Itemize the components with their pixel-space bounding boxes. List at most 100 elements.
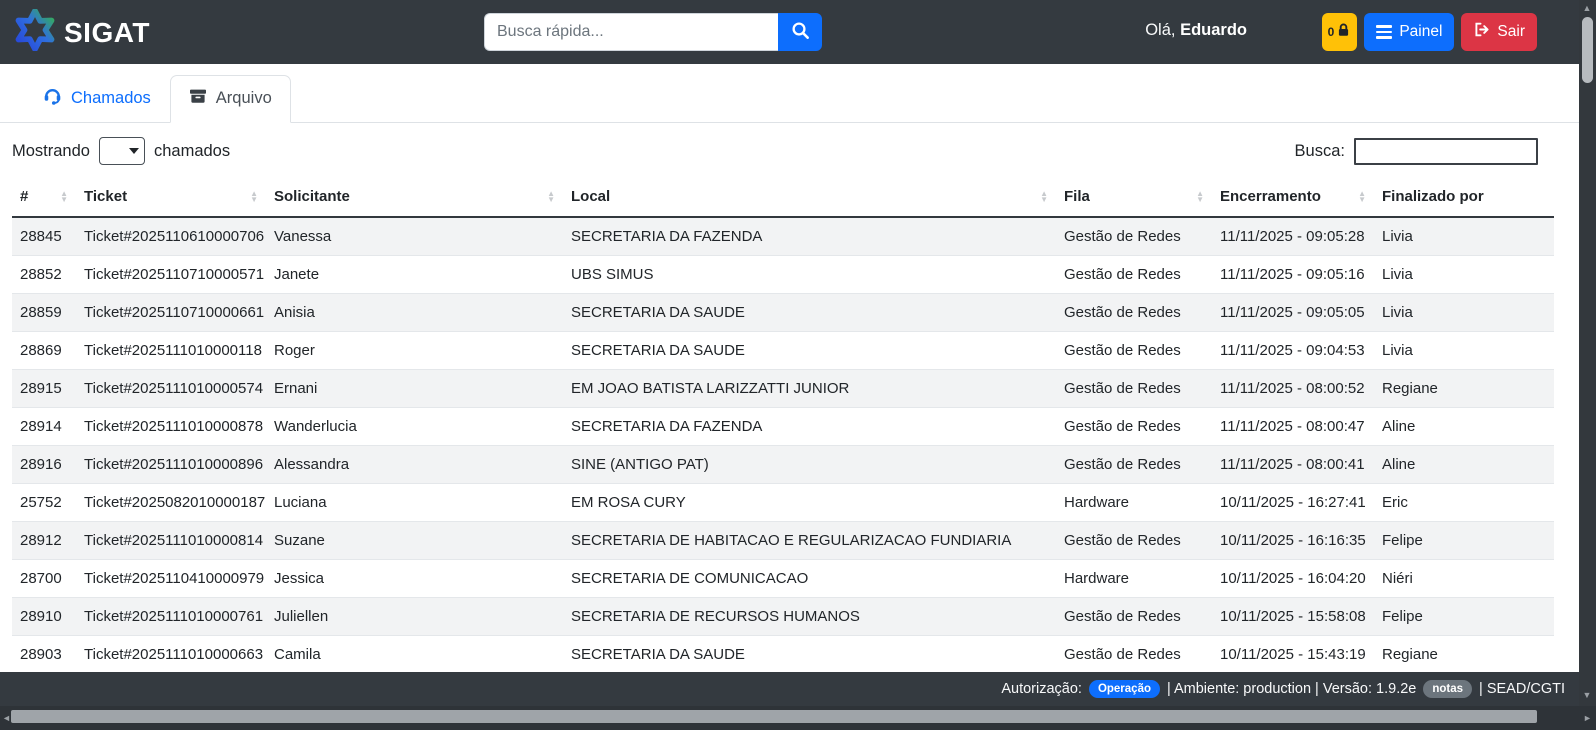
notas-badge[interactable]: notas [1423,680,1473,698]
cell-local: SECRETARIA DA FAZENDA [563,407,1056,446]
column-header-id[interactable]: # ▲ ▼ [12,177,76,218]
table-row[interactable]: 28700 Ticket#2025110410000979 Jessica SE… [12,559,1554,598]
cell-ticket: Ticket#2025111010000118 [76,331,266,370]
cell-encerramento: 11/11/2025 - 09:05:28 [1220,228,1365,245]
cell-encerramento: 10/11/2025 - 15:43:19 [1212,635,1374,672]
cell-fila: Gestão de Redes [1056,293,1212,332]
column-header-fila[interactable]: Fila ▲ ▼ [1056,177,1212,218]
page-size-control: Mostrando chamados [12,137,230,165]
cell-finalizado-por: Regiane [1374,369,1554,408]
table-row[interactable]: 28869 Ticket#2025111010000118 Roger SECR… [12,331,1554,370]
brand[interactable]: SIGAT [14,8,150,56]
cell-encerramento: 11/11/2025 - 08:00:52 [1212,369,1374,408]
table-row[interactable]: 28916 Ticket#2025111010000896 Alessandra… [12,445,1554,484]
scroll-left-icon[interactable]: ◄ [2,713,11,723]
painel-label: Painel [1399,23,1443,40]
cell-finalizado-por: Aline [1374,445,1554,484]
cell-encerramento: 11/11/2025 - 09:05:05 [1212,293,1374,332]
status-footer: Autorização: Operação | Ambiente: produc… [0,672,1579,706]
scrollbar-corner: ► [1579,706,1596,730]
cell-ticket: Ticket#2025111010000814 [76,521,266,560]
cell-encerramento: 11/11/2025 - 09:04:53 [1212,331,1374,370]
cell-finalizado-por: Felipe [1374,521,1554,560]
cell-finalizado-por: Livia [1374,293,1554,332]
cell-solicitante: Suzane [266,521,563,560]
cell-local: SECRETARIA DA SAUDE [563,635,1056,672]
app-title: SIGAT [64,16,150,48]
page-size-select[interactable] [98,137,145,165]
cell-fila: Gestão de Redes [1064,228,1181,245]
cell-local: EM JOAO BATISTA LARIZZATTI JUNIOR [563,369,1056,408]
cell-solicitante: Roger [266,331,563,370]
cell-id: 28903 [12,635,76,672]
cell-id: 28916 [12,445,76,484]
greeting-username: Eduardo [1180,21,1247,39]
user-greeting: Olá, Eduardo [1145,21,1247,40]
sair-label: Sair [1497,23,1525,40]
cell-local: SECRETARIA DE COMUNICACAO [563,559,1056,598]
table-row[interactable]: 28910 Ticket#2025111010000761 Juliellen … [12,597,1554,636]
sort-icon[interactable]: ▲ ▼ [60,189,68,203]
cell-fila: Gestão de Redes [1056,255,1212,294]
vertical-scrollbar-thumb[interactable] [1582,17,1593,83]
cell-finalizado-por: Eric [1374,483,1554,522]
sair-button[interactable]: Sair [1461,13,1537,51]
column-header-encerramento[interactable]: Encerramento ▲ ▼ [1212,177,1374,218]
table-row[interactable]: 28912 Ticket#2025111010000814 Suzane SEC… [12,521,1554,560]
column-header-finalizado-por[interactable]: Finalizado por [1374,177,1554,218]
chamados-label: chamados [153,141,231,160]
painel-button[interactable]: Painel [1364,13,1455,51]
menu-icon [1376,25,1393,39]
cell-local: SECRETARIA DA SAUDE [563,331,1056,370]
cell-ticket: Ticket#2025110710000571 [76,255,266,294]
cell-local: SECRETARIA DE HABITACAO E REGULARIZACAO … [563,521,1056,560]
lock-counter-button[interactable]: 0 [1321,13,1358,51]
cell-encerramento: 11/11/2025 - 08:00:41 [1212,445,1374,484]
scroll-right-icon[interactable]: ► [1583,713,1592,723]
sort-icon[interactable]: ▲ ▼ [1196,189,1204,203]
tab-arquivo[interactable]: Arquivo [169,75,291,123]
vertical-scrollbar[interactable]: ▲ ▼ [1579,0,1596,706]
tab-chamados-label: Chamados [71,88,151,107]
table-row[interactable]: 28914 Ticket#2025111010000878 Wanderluci… [12,407,1554,446]
mostrando-label: Mostrando [12,141,90,160]
cell-fila: Hardware [1056,483,1212,522]
table-row[interactable]: 25752 Ticket#2025082010000187 Luciana EM… [12,483,1554,522]
sort-icon[interactable]: ▲ ▼ [1040,189,1048,203]
cell-solicitante: Vanessa [274,228,332,245]
table-row[interactable]: 28859 Ticket#2025110710000661 Anisia SEC… [12,293,1554,332]
table-row[interactable]: 28915 Ticket#2025111010000574 Ernani EM … [12,369,1554,408]
table-row[interactable]: 28845 Ticket#2025110610000706 Vanessa SE… [12,217,1554,256]
table-row[interactable]: 28852 Ticket#2025110710000571 Janete UBS… [12,255,1554,294]
sort-icon[interactable]: ▲ ▼ [250,189,258,203]
greeting-prefix: Olá, [1145,21,1181,39]
scroll-up-icon[interactable]: ▲ [1583,3,1592,13]
sort-icon[interactable]: ▲ ▼ [1358,189,1366,203]
column-header-ticket[interactable]: Ticket ▲ ▼ [76,177,266,218]
cell-solicitante: Anisia [266,293,563,332]
autorizacao-label: Autorização: [1001,681,1082,697]
cell-solicitante: Alessandra [266,445,563,484]
tab-chamados[interactable]: Chamados [24,74,170,123]
cell-id: 28700 [12,559,76,598]
column-header-solicitante[interactable]: Solicitante ▲ ▼ [266,177,563,218]
cell-fila: Gestão de Redes [1056,597,1212,636]
table-search-input[interactable] [1354,138,1538,165]
cell-id: 28852 [12,255,76,294]
scroll-down-icon[interactable]: ▼ [1583,690,1592,700]
cell-local: SECRETARIA DA FAZENDA [571,228,763,245]
horizontal-scrollbar-thumb[interactable] [11,710,1537,723]
quick-search-button[interactable] [778,13,822,51]
column-header-local[interactable]: Local ▲ ▼ [563,177,1056,218]
sort-icon[interactable]: ▲ ▼ [547,189,555,203]
quick-search-input[interactable] [484,13,778,51]
cell-solicitante: Wanderlucia [266,407,563,446]
cell-finalizado-por: Livia [1382,228,1413,245]
horizontal-scrollbar[interactable]: ◄ [0,706,1579,730]
cell-ticket: Ticket#2025082010000187 [76,483,266,522]
cell-id: 28845 [20,228,62,245]
cell-fila: Gestão de Redes [1056,635,1212,672]
cell-ticket: Ticket#2025111010000761 [76,597,266,636]
cell-local: SECRETARIA DA SAUDE [563,293,1056,332]
table-row[interactable]: 28903 Ticket#2025111010000663 Camila SEC… [12,635,1554,672]
